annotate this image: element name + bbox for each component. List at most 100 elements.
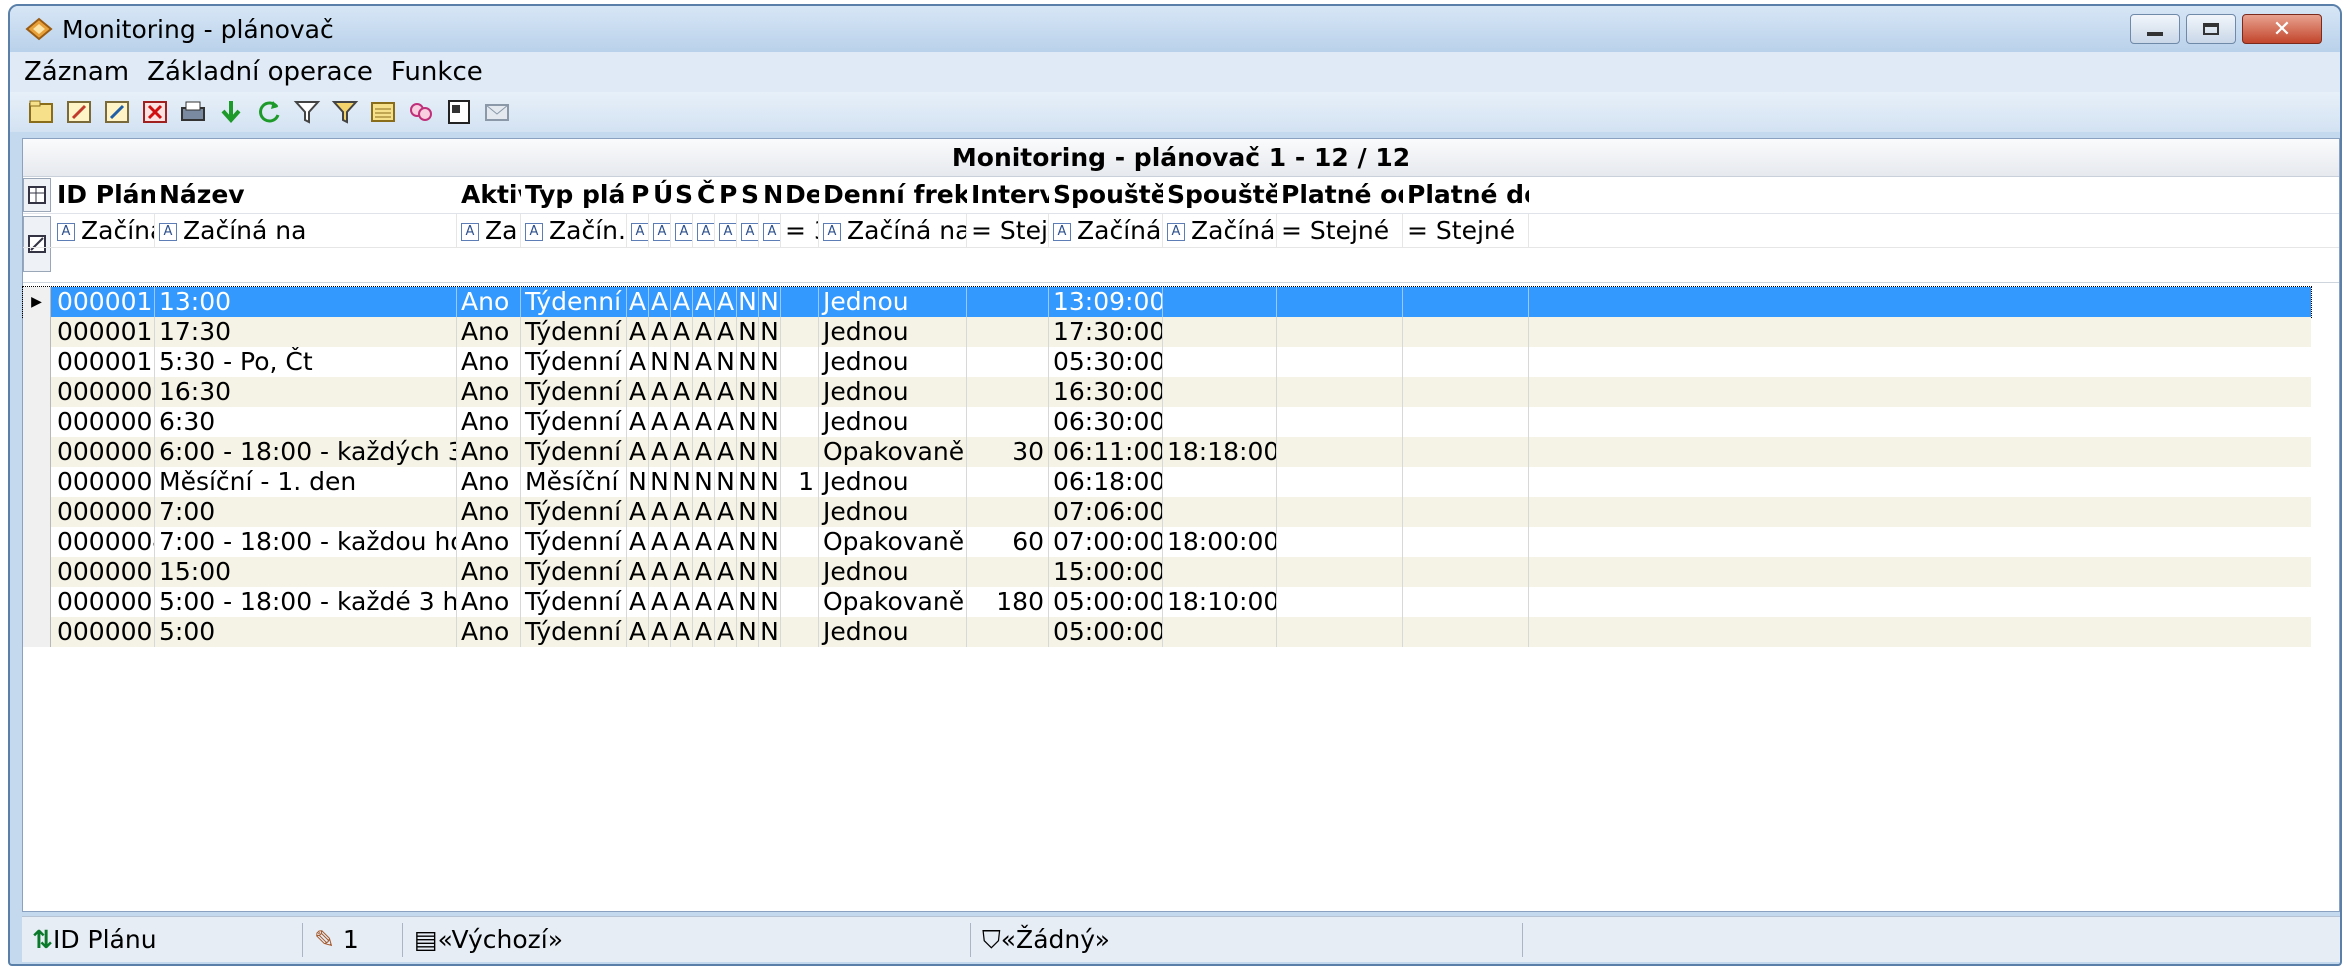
close-button[interactable]: ✕: [2242, 14, 2322, 44]
cell-id[interactable]: 0000011: [53, 317, 155, 347]
cell-type[interactable]: Týdenní: [521, 437, 627, 467]
cell-name[interactable]: 17:30: [155, 317, 457, 347]
table-row[interactable]: ▶000001213:00AnoTýdenníAAAAANNJednou13:0…: [22, 286, 2312, 318]
cell-day[interactable]: [781, 317, 819, 347]
cell-to[interactable]: [1163, 377, 1277, 407]
cell-interval[interactable]: [967, 407, 1049, 437]
cell-from[interactable]: 13:09:00: [1049, 287, 1163, 317]
cell-d5[interactable]: N: [737, 437, 759, 467]
cell-d5[interactable]: N: [737, 347, 759, 377]
column-header-validTo[interactable]: Platné do: [1403, 177, 1529, 213]
cell-validFrom[interactable]: [1277, 317, 1403, 347]
cell-to[interactable]: [1163, 317, 1277, 347]
row-indicator[interactable]: [23, 377, 51, 407]
view-selector[interactable]: ▤«Výchozí»: [414, 917, 563, 963]
cell-d1[interactable]: A: [649, 407, 671, 437]
table-row[interactable]: 00000047:00 - 18:00 - každou hodinuAnoTý…: [23, 527, 2311, 557]
cell-d4[interactable]: A: [715, 527, 737, 557]
cell-freq[interactable]: Opakovaně: [819, 437, 967, 467]
cell-type[interactable]: Týdenní: [521, 407, 627, 437]
cell-d0[interactable]: A: [627, 617, 649, 647]
cell-day[interactable]: [781, 347, 819, 377]
cell-id[interactable]: 0000002: [53, 587, 155, 617]
cell-from[interactable]: 05:00:00: [1049, 587, 1163, 617]
cell-d3[interactable]: A: [693, 317, 715, 347]
cell-d5[interactable]: N: [737, 287, 759, 317]
column-header-day[interactable]: Den: [781, 177, 819, 213]
column-chooser-button[interactable]: [23, 178, 51, 212]
cell-d3[interactable]: A: [693, 287, 715, 317]
column-header-active[interactable]: Aktivní: [457, 177, 521, 213]
cell-active[interactable]: Ano: [457, 377, 521, 407]
cell-d4[interactable]: A: [715, 407, 737, 437]
cell-from[interactable]: 16:30:00: [1049, 377, 1163, 407]
filter-cell-id[interactable]: A Začíná...: [53, 214, 155, 248]
cell-validFrom[interactable]: [1277, 557, 1403, 587]
table-row[interactable]: 00000025:00 - 18:00 - každé 3 hodinyAnoT…: [23, 587, 2311, 617]
maximize-button[interactable]: [2186, 14, 2236, 44]
cell-d6[interactable]: N: [759, 617, 781, 647]
cell-validFrom[interactable]: [1277, 527, 1403, 557]
cell-to[interactable]: [1163, 347, 1277, 377]
cell-day[interactable]: 1: [781, 467, 819, 497]
cell-from[interactable]: 17:30:00: [1049, 317, 1163, 347]
cell-day[interactable]: [781, 557, 819, 587]
cell-from[interactable]: 07:06:00: [1049, 497, 1163, 527]
cell-day[interactable]: [781, 587, 819, 617]
cell-validTo[interactable]: [1403, 467, 1529, 497]
filter-cell-d0[interactable]: A: [627, 214, 649, 248]
column-header-type[interactable]: Typ plánu: [521, 177, 627, 213]
cell-id[interactable]: 0000012: [53, 287, 155, 317]
cell-id[interactable]: 0000007: [53, 437, 155, 467]
cell-validTo[interactable]: [1403, 617, 1529, 647]
mail-button[interactable]: [480, 95, 514, 129]
cell-d1[interactable]: A: [649, 377, 671, 407]
cell-id[interactable]: 0000001: [53, 617, 155, 647]
column-header-validFrom[interactable]: Platné od: [1277, 177, 1403, 213]
cell-d5[interactable]: N: [737, 497, 759, 527]
row-indicator[interactable]: [23, 317, 51, 347]
cell-d0[interactable]: A: [627, 347, 649, 377]
filter-cell-d3[interactable]: A: [693, 214, 715, 248]
cell-d1[interactable]: A: [649, 557, 671, 587]
view-button[interactable]: [366, 95, 400, 129]
filter-cell-active[interactable]: A Za...: [457, 214, 521, 248]
cell-interval[interactable]: [967, 317, 1049, 347]
filter-cell-interval[interactable]: = Stej...: [967, 214, 1049, 248]
cell-d6[interactable]: N: [759, 407, 781, 437]
cell-d3[interactable]: A: [693, 347, 715, 377]
minimize-button[interactable]: [2130, 14, 2180, 44]
filter-button[interactable]: [290, 95, 324, 129]
cell-d3[interactable]: A: [693, 437, 715, 467]
cell-d4[interactable]: A: [715, 437, 737, 467]
cell-d3[interactable]: A: [693, 617, 715, 647]
cell-name[interactable]: 7:00: [155, 497, 457, 527]
row-indicator[interactable]: ▶: [23, 287, 51, 317]
column-header-d6[interactable]: Ne: [759, 177, 781, 213]
cell-from[interactable]: 05:00:00: [1049, 617, 1163, 647]
cell-freq[interactable]: Jednou: [819, 557, 967, 587]
cell-d1[interactable]: N: [649, 467, 671, 497]
title-bar[interactable]: Monitoring - plánovač ✕: [10, 6, 2340, 52]
cell-d1[interactable]: A: [649, 437, 671, 467]
cell-id[interactable]: 0000004: [53, 527, 155, 557]
cell-validFrom[interactable]: [1277, 287, 1403, 317]
cell-d5[interactable]: N: [737, 587, 759, 617]
cell-d2[interactable]: A: [671, 407, 693, 437]
cell-d6[interactable]: N: [759, 527, 781, 557]
filter-cell-d6[interactable]: A: [759, 214, 781, 248]
cell-interval[interactable]: [967, 557, 1049, 587]
cell-validFrom[interactable]: [1277, 617, 1403, 647]
cell-d0[interactable]: A: [627, 587, 649, 617]
cell-active[interactable]: Ano: [457, 407, 521, 437]
cell-d0[interactable]: A: [627, 287, 649, 317]
cell-to[interactable]: 18:18:00: [1163, 437, 1277, 467]
menu-zaznam[interactable]: Záznam: [24, 57, 129, 87]
cell-freq[interactable]: Jednou: [819, 407, 967, 437]
cell-day[interactable]: [781, 617, 819, 647]
cell-active[interactable]: Ano: [457, 557, 521, 587]
row-indicator[interactable]: [23, 527, 51, 557]
cell-active[interactable]: Ano: [457, 317, 521, 347]
cell-from[interactable]: 06:18:00: [1049, 467, 1163, 497]
row-indicator[interactable]: [23, 497, 51, 527]
